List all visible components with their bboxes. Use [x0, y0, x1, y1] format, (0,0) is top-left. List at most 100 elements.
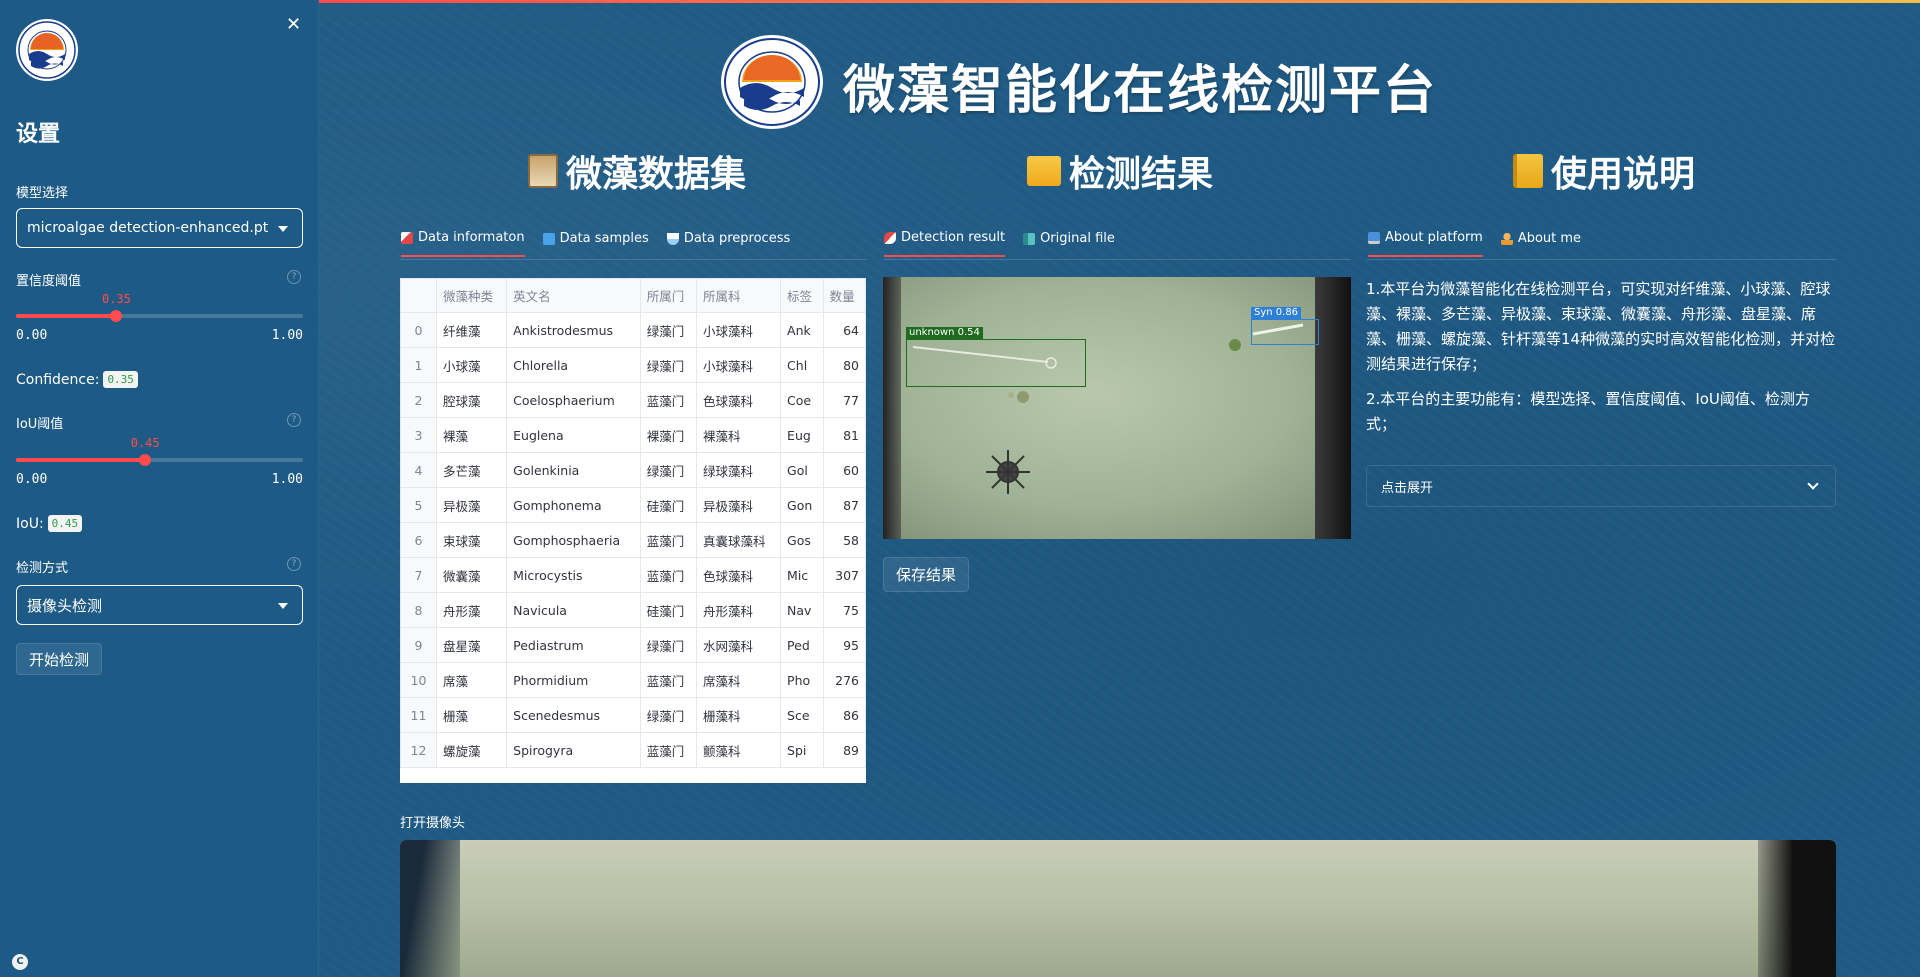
table-cell: 栅藻科 [695, 697, 782, 733]
table-row[interactable]: 0 纤维藻 Ankistrodesmus 绿藻门 小球藻科 Ank 64 [400, 312, 866, 348]
column-header[interactable]: 微藻种类 [435, 278, 508, 313]
confidence-slider[interactable]: 0.35 0.00 1.00 [16, 292, 303, 346]
table-row[interactable]: 10 席藻 Phormidium 蓝藻门 席藻科 Pho 276 [400, 662, 866, 698]
chart-icon [401, 231, 413, 244]
slider-min: 0.00 [16, 328, 48, 343]
tab-label: About me [1517, 231, 1582, 246]
platform-description: 1.本平台为微藻智能化在线检测平台，可实现对纤维藻、小球藻、腔球藻、裸藻、多芒藻… [1366, 277, 1836, 447]
detect-mode-value: 摄像头检测 [27, 596, 103, 615]
table-cell: 80 [822, 347, 866, 383]
table-cell: 腔球藻 [435, 382, 508, 418]
table-row[interactable]: 11 栅藻 Scenedesmus 绿藻门 栅藻科 Sce 86 [400, 697, 866, 733]
table-cell: Chl [780, 347, 824, 383]
table-cell: 多芒藻 [435, 452, 508, 488]
table-cell: 色球藻科 [695, 382, 782, 418]
table-cell: 蓝藻门 [639, 732, 697, 768]
table-cell: 舟形藻科 [695, 592, 782, 628]
detection-box: unknown 0.54 [906, 327, 1086, 387]
table-cell: Ped [780, 627, 824, 663]
detection-result-image: unknown 0.54 Syn 0.86 [883, 277, 1351, 539]
dataset-heading: 微藻数据集 [528, 145, 746, 197]
column-header[interactable]: 数量 [822, 278, 866, 313]
folder-icon [1027, 156, 1061, 186]
table-row[interactable]: 8 舟形藻 Navicula 硅藻门 舟形藻科 Nav 75 [400, 592, 866, 628]
tab-data-information[interactable]: Data informaton [401, 230, 525, 257]
slider-fill [16, 314, 117, 318]
slider-thumb[interactable] [110, 310, 123, 322]
tab-data-samples[interactable]: Data samples [542, 230, 649, 257]
detection-label: Syn 0.86 [1251, 307, 1302, 319]
dataset-table[interactable]: 微藻种类 英文名 所属门 所属科 标签 数量 0 纤维藻 Ankistrodesmu… [400, 278, 866, 783]
expander[interactable]: 点击展开 [1366, 465, 1836, 507]
column-header[interactable]: 标签 [780, 278, 824, 313]
help-icon[interactable]: ? [287, 557, 301, 571]
tab-divider [883, 259, 1351, 260]
iou-label: IoU阈值 [16, 417, 64, 432]
table-cell: Pho [780, 662, 824, 698]
cube-icon [542, 232, 555, 245]
tab-label: Data samples [559, 231, 649, 246]
tab-data-preprocess[interactable]: Data preprocess [666, 230, 790, 257]
iou-slider[interactable]: 0.45 0.00 1.00 [16, 436, 303, 490]
tab-label: Detection result [901, 230, 1006, 245]
table-cell: Gon [780, 487, 824, 523]
column-header[interactable] [400, 278, 437, 313]
top-accent-line [319, 0, 1920, 3]
table-row[interactable]: 5 异极藻 Gomphonema 硅藻门 异极藻科 Gon 87 [400, 487, 866, 523]
camera-feed [400, 840, 1836, 977]
results-tabs: Detection result Original file [884, 230, 1115, 257]
table-cell: 60 [822, 452, 866, 488]
table-cell: 81 [822, 417, 866, 453]
start-detection-button[interactable]: 开始检测 [16, 643, 103, 675]
model-select[interactable]: microalgae detection-enhanced.pt [16, 208, 303, 248]
table-cell: Gomphosphaeria [506, 522, 641, 558]
table-cell: Euglena [506, 417, 641, 453]
detect-mode-select[interactable]: 摄像头检测 [16, 585, 303, 625]
usage-heading-text: 使用说明 [1551, 154, 1696, 195]
table-row[interactable]: 12 螺旋藻 Spirogyra 蓝藻门 颤藻科 Spi 89 [400, 732, 866, 768]
row-index: 9 [400, 627, 437, 663]
table-cell: 蓝藻门 [639, 382, 697, 418]
table-cell: 89 [822, 732, 866, 768]
table-cell: Spirogyra [506, 732, 641, 768]
person-icon [1500, 232, 1513, 245]
table-cell: 裸藻 [435, 417, 508, 453]
description-paragraph: 1.本平台为微藻智能化在线检测平台，可实现对纤维藻、小球藻、腔球藻、裸藻、多芒藻… [1366, 280, 1836, 373]
table-row[interactable]: 6 束球藻 Gomphosphaeria 蓝藻门 真囊球藻科 Gos 58 [400, 522, 866, 558]
notebook-icon [1513, 154, 1543, 188]
table-cell: 异极藻科 [695, 487, 782, 523]
save-results-button[interactable]: 保存结果 [883, 557, 970, 592]
confidence-label: 置信度阈值 [16, 274, 82, 289]
table-row[interactable]: 4 多芒藻 Golenkinia 绿藻门 绿球藻科 Gol 60 [400, 452, 866, 488]
slider-thumb[interactable] [139, 454, 152, 466]
table-cell: 蓝藻门 [639, 557, 697, 593]
row-index: 8 [400, 592, 437, 628]
table-cell: 颤藻科 [695, 732, 782, 768]
table-row[interactable]: 3 裸藻 Euglena 裸藻门 裸藻科 Eug 81 [400, 417, 866, 453]
column-header[interactable]: 所属门 [639, 278, 697, 313]
camera-edge [1758, 840, 1836, 977]
table-row[interactable]: 7 微囊藻 Microcystis 蓝藻门 色球藻科 Mic 307 [400, 557, 866, 593]
column-header[interactable]: 英文名 [506, 278, 641, 313]
table-cell: 绿藻门 [639, 347, 697, 383]
results-heading: 检测结果 [1027, 145, 1213, 197]
table-row[interactable]: 9 盘星藻 Pediastrum 绿藻门 水网藻科 Ped 95 [400, 627, 866, 663]
table-row[interactable]: 2 腔球藻 Coelosphaerium 蓝藻门 色球藻科 Coe 77 [400, 382, 866, 418]
row-index: 7 [400, 557, 437, 593]
dataset-heading-text: 微藻数据集 [566, 154, 747, 195]
tab-about-me[interactable]: About me [1500, 230, 1582, 257]
help-icon[interactable]: ? [287, 270, 301, 284]
chevron-down-icon [278, 603, 288, 609]
slider-max: 1.00 [271, 328, 303, 343]
table-cell: 蓝藻门 [639, 522, 697, 558]
expander-label: 点击展开 [1381, 480, 1434, 496]
column-header[interactable]: 所属科 [695, 278, 782, 313]
confidence-readout-value: 0.35 [103, 371, 138, 388]
help-icon[interactable]: ? [287, 413, 301, 427]
table-row[interactable]: 1 小球藻 Chlorella 绿藻门 小球藻科 Chl 80 [400, 347, 866, 383]
tab-detection-result[interactable]: Detection result [884, 230, 1006, 257]
close-sidebar-icon[interactable]: ✕ [286, 14, 301, 35]
tab-about-platform[interactable]: About platform [1368, 230, 1483, 257]
tab-original-file[interactable]: Original file [1023, 230, 1115, 257]
row-index: 4 [400, 452, 437, 488]
